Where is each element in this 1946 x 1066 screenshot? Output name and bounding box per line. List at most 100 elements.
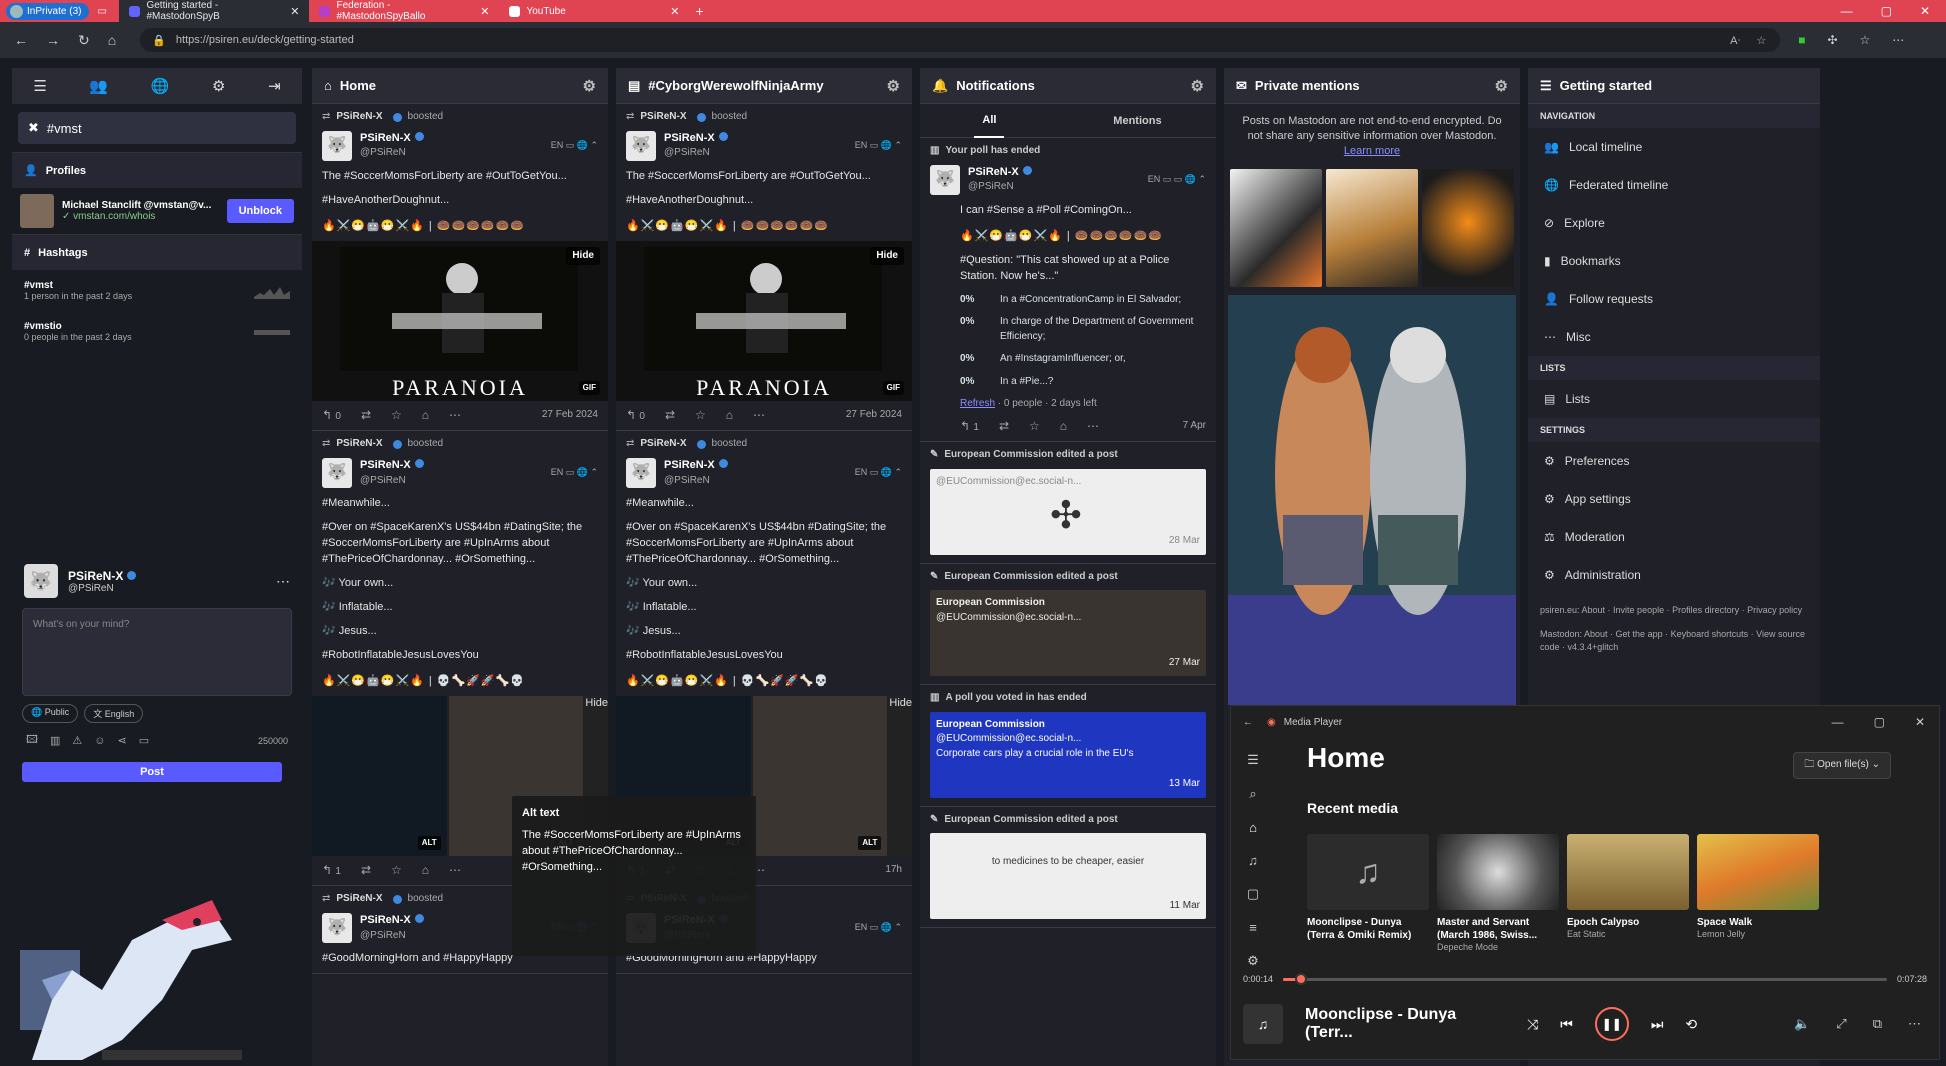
post-button[interactable]: Post — [22, 762, 282, 782]
learn-more-link[interactable]: Learn more — [1344, 145, 1400, 157]
media-card[interactable]: ♫ Moonclipse - Dunya (Terra & Omiki Remix… — [1307, 834, 1429, 952]
avatar[interactable]: 🐺 — [626, 130, 656, 161]
share-icon[interactable]: ⋖ — [117, 734, 126, 747]
language-button[interactable]: 文 English — [84, 704, 144, 723]
menu-icon[interactable]: ☰ — [33, 77, 46, 95]
seek-track[interactable] — [1283, 972, 1887, 985]
post-media[interactable]: PARANOIA Hide GIF — [616, 240, 912, 401]
more-icon[interactable]: ⋯ — [1892, 33, 1904, 47]
search-icon[interactable]: ⌕ — [1249, 786, 1256, 802]
status-post[interactable]: ⇄PSiReN-Xboosted 🐺PSiReN-X@PSiReNEN ▭ 🌐 … — [616, 104, 912, 432]
nav-lists[interactable]: ▤ Lists — [1528, 380, 1820, 418]
author-name[interactable]: PSiReN-X — [360, 132, 411, 144]
content-warning-icon[interactable]: ⚠ — [72, 734, 82, 747]
media-image[interactable] — [1422, 168, 1514, 287]
next-icon[interactable]: ⏭ — [1651, 1016, 1664, 1033]
new-tab-icon[interactable]: + — [695, 3, 703, 19]
read-aloud-icon[interactable]: Aᐧ — [1730, 34, 1740, 47]
mastodon-links[interactable]: Mastodon: About · Get the app · Keyboard… — [1540, 628, 1808, 655]
column-header[interactable]: 🔔 Notifications ⚙ — [920, 68, 1216, 104]
close-tab-icon[interactable]: ✕ — [290, 5, 299, 18]
seek-bar[interactable]: 0:00:14 0:07:28 — [1243, 972, 1927, 985]
visibility-button[interactable]: 🌐 Public — [22, 704, 79, 723]
favorite-icon[interactable]: ☆ — [391, 862, 402, 879]
clear-search-icon[interactable]: ✖ — [28, 120, 39, 136]
edit-notification[interactable]: ✎ European Commission edited a post to me… — [920, 807, 1216, 929]
avatar[interactable]: 🐺 — [322, 912, 352, 943]
attach-media-icon[interactable]: 🖾 — [26, 731, 38, 750]
avatar[interactable]: 🐺 — [24, 564, 58, 598]
reply-icon[interactable]: ↰ 1 — [960, 418, 979, 436]
media-image[interactable]: ALT — [752, 695, 888, 856]
avatar[interactable]: 🐺 — [322, 130, 352, 161]
post-time[interactable]: 27 Feb 2024 — [846, 408, 902, 423]
globe-icon[interactable]: 🌐 — [151, 77, 170, 95]
post-time[interactable]: 13 Mar — [1169, 777, 1200, 792]
nav-follow-requests[interactable]: 👤 Follow requests — [1528, 280, 1820, 318]
playlist-icon[interactable]: ≡ — [1249, 920, 1257, 935]
gear-icon[interactable]: ⚙ — [1247, 953, 1259, 969]
hashtag-result[interactable]: #vmstio 0 people in the past 2 days — [12, 311, 302, 352]
column-header[interactable]: ▤ #CyborgWerewolfNinjaArmy ⚙ — [616, 68, 912, 104]
volume-icon[interactable]: 🔈 — [1794, 1016, 1810, 1032]
media-image[interactable] — [1230, 168, 1322, 287]
reply-icon[interactable]: ↰ 1 — [322, 862, 341, 880]
minimize-icon[interactable]: — — [1832, 715, 1844, 729]
extension-icon[interactable]: ■ — [1798, 33, 1805, 47]
footer-links[interactable]: psiren.eu: About · Invite people · Profi… — [1528, 594, 1820, 665]
hamburger-icon[interactable]: ☰ — [1247, 752, 1259, 768]
more-icon[interactable]: ⋯ — [449, 407, 461, 424]
author-name[interactable]: European Commission — [936, 719, 1045, 730]
video-icon[interactable]: ▢ — [1247, 886, 1259, 902]
favorite-star-icon[interactable]: ☆ — [1756, 34, 1766, 47]
favorites-icon[interactable]: ☆ — [1860, 33, 1871, 47]
avatar[interactable]: 🐺 — [930, 164, 960, 195]
seek-handle[interactable] — [1295, 972, 1308, 985]
refresh-poll-link[interactable]: Refresh — [960, 398, 995, 409]
alt-badge[interactable]: ALT — [858, 836, 882, 850]
post-media[interactable]: PARANOIA Hide GIF — [312, 240, 608, 401]
minimize-icon[interactable]: — — [1841, 4, 1853, 18]
edit-notification[interactable]: ✎ European Commission edited a post Europ… — [920, 564, 1216, 686]
close-tab-icon[interactable]: ✕ — [670, 5, 679, 18]
author-name[interactable]: PSiReN-X — [360, 459, 411, 471]
post-time[interactable]: 27 Mar — [1169, 656, 1200, 671]
emoji-icon[interactable]: ☺ — [94, 735, 105, 747]
tab-all[interactable]: All — [974, 104, 1005, 138]
booster-name[interactable]: PSiReN-X — [640, 437, 686, 452]
more-icon[interactable]: ⋯ — [1908, 1016, 1921, 1032]
puzzle-icon[interactable]: ✣ — [1827, 33, 1837, 47]
forward-icon[interactable]: → — [46, 32, 60, 48]
post-time[interactable]: 28 Mar — [1169, 534, 1200, 549]
more-icon[interactable]: ⋯ — [753, 407, 765, 424]
column-header[interactable]: ⌂ Home ⚙ — [312, 68, 608, 104]
author-name[interactable]: PSiReN-X — [664, 459, 715, 471]
nav-moderation[interactable]: ⚖ Moderation — [1528, 518, 1820, 556]
avatar[interactable] — [20, 194, 54, 228]
post-preview[interactable]: @EUCommission@ec.social-n... 28 Mar ✣ — [930, 468, 1206, 555]
settings-icon[interactable]: ⚙ — [1191, 77, 1204, 95]
poll-icon[interactable]: ▥ — [50, 734, 60, 747]
unblock-button[interactable]: Unblock — [226, 199, 294, 223]
boost-icon[interactable]: ⇄ — [361, 407, 371, 424]
pause-button[interactable]: ❚❚ — [1594, 1007, 1629, 1041]
tab-federation[interactable]: Federation - #MastodonSpyBallo ✕ — [309, 0, 499, 22]
home-icon[interactable]: ⌂ — [108, 32, 116, 48]
compose-textarea[interactable]: What's on your mind? — [22, 608, 292, 696]
booster-name[interactable]: PSiReN-X — [336, 110, 382, 125]
previous-icon[interactable]: ⏮ — [1560, 1016, 1573, 1033]
tab-mentions[interactable]: Mentions — [1113, 115, 1161, 127]
booster-name[interactable]: PSiReN-X — [640, 110, 686, 125]
close-tab-icon[interactable]: ✕ — [480, 5, 489, 18]
nav-preferences[interactable]: ⚙ Preferences — [1528, 442, 1820, 480]
boost-icon[interactable]: ⇄ — [999, 418, 1009, 435]
bookmark-icon[interactable]: ⌂ — [422, 407, 429, 424]
instance-links[interactable]: psiren.eu: About · Invite people · Profi… — [1540, 604, 1808, 618]
alt-badge[interactable]: ALT — [417, 836, 441, 850]
media-image[interactable] — [1326, 168, 1418, 287]
search-input[interactable]: ✖ #vmst — [18, 112, 296, 144]
settings-icon[interactable]: ⚙ — [212, 77, 225, 95]
tab-getting-started[interactable]: Getting started - #MastodonSpyB ✕ — [119, 0, 310, 22]
media-card[interactable]: Epoch Calypso Eat Static — [1567, 834, 1689, 952]
quote-icon[interactable]: ▭ — [139, 734, 149, 747]
